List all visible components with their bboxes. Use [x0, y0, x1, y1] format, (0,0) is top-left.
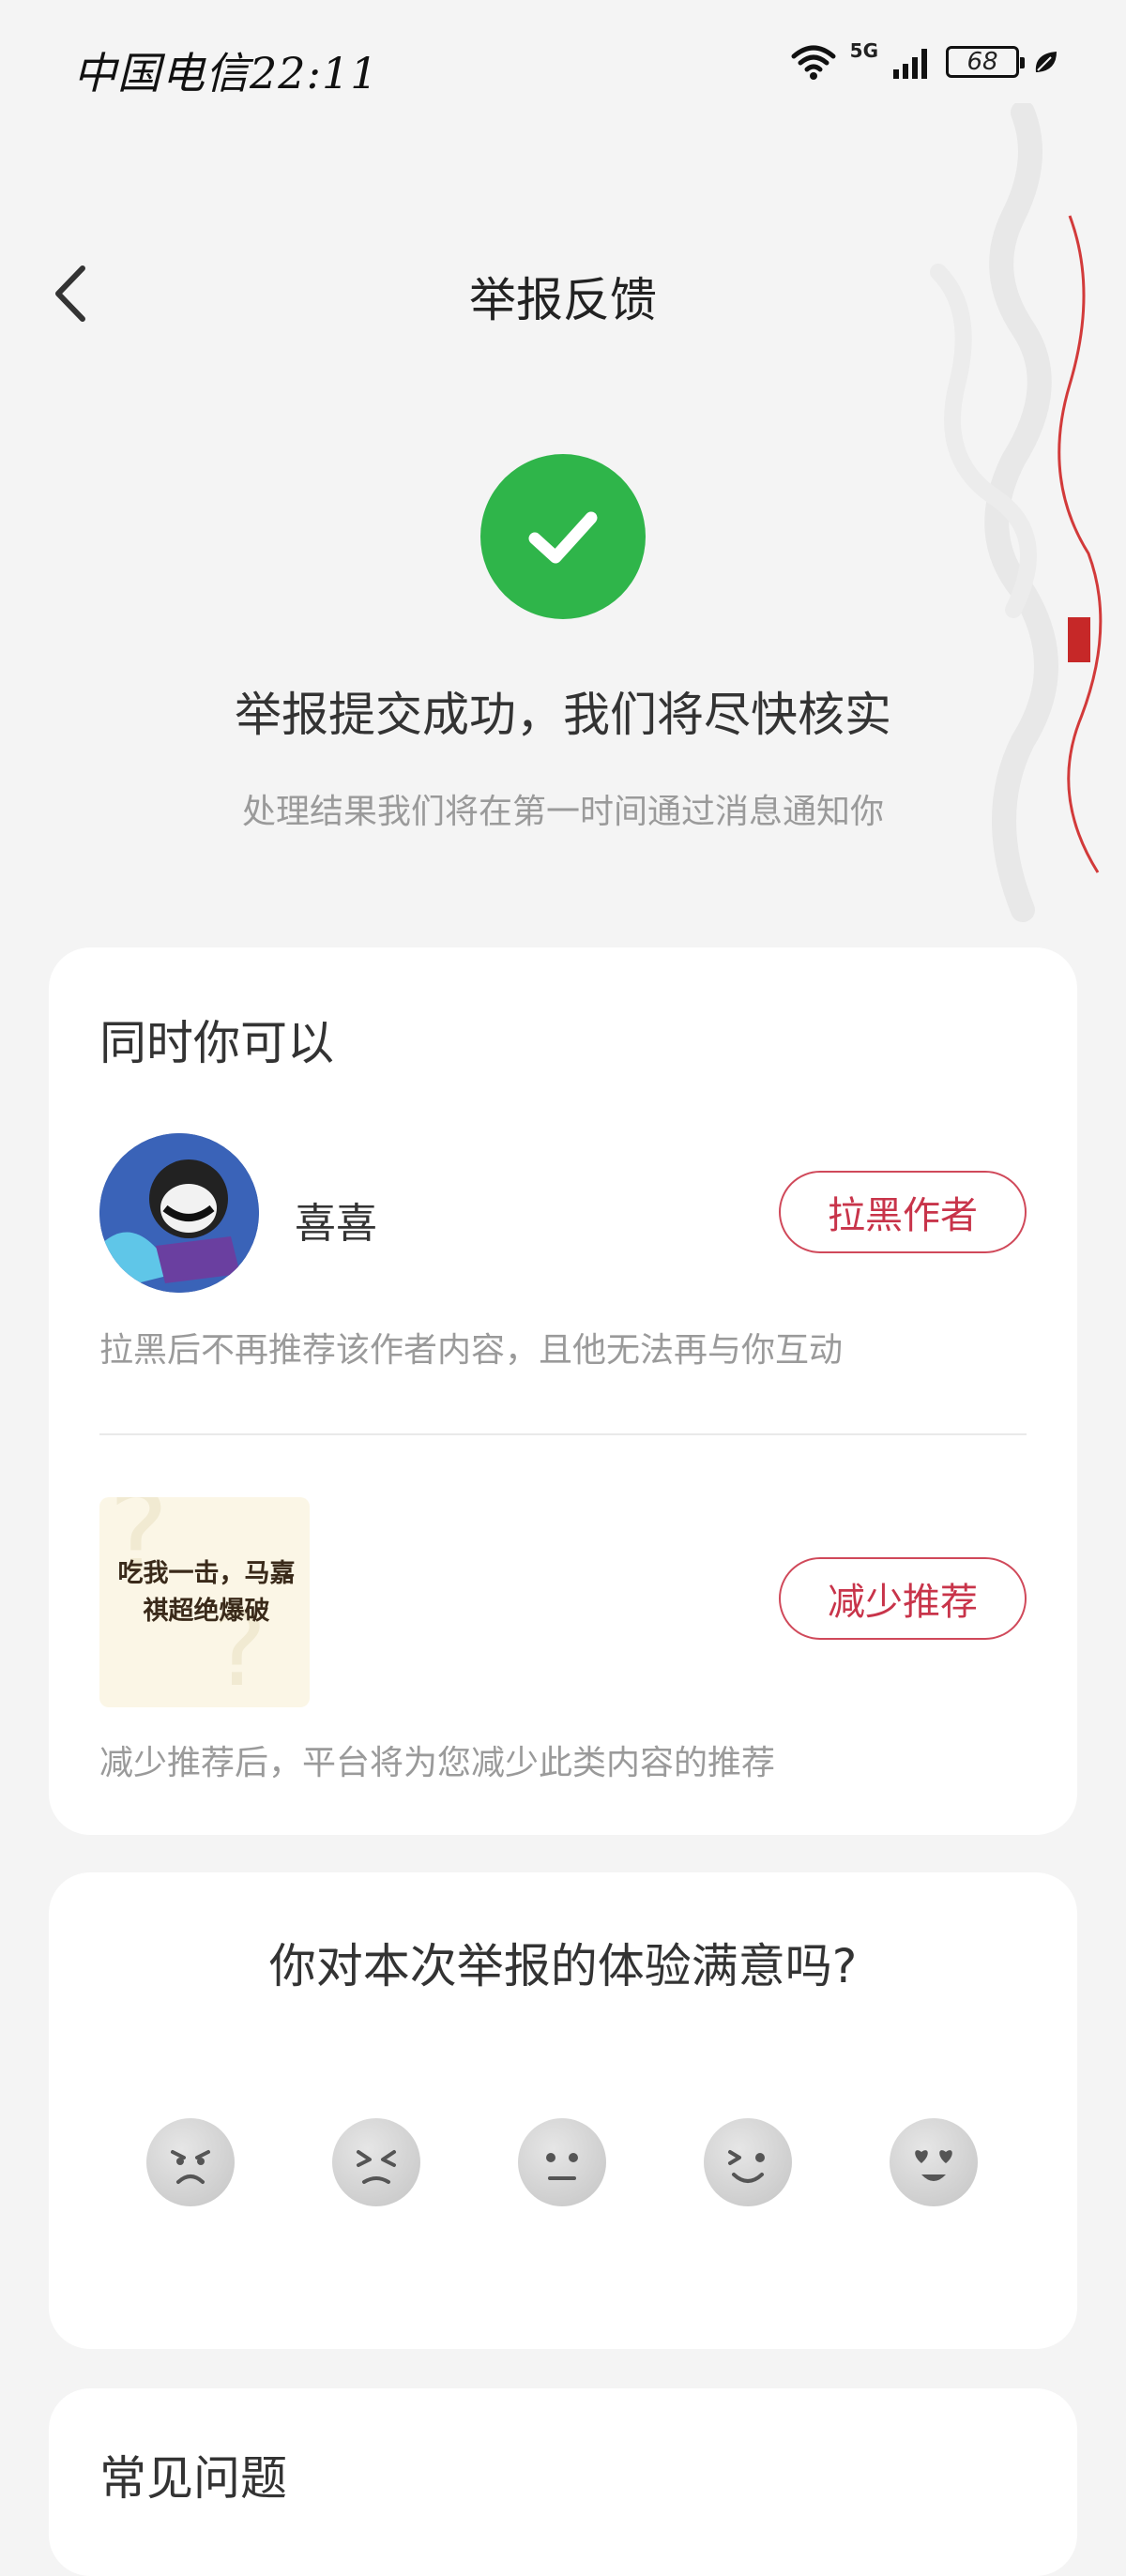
content-thumbnail[interactable]: ? ? 吃我一击，马嘉祺超绝爆破	[99, 1497, 310, 1707]
faq-title: 常见问题	[99, 2451, 287, 2506]
dissatisfied-face-icon[interactable]	[332, 2118, 420, 2206]
status-icons: 5G 68	[790, 39, 1060, 81]
signal-icon	[891, 45, 933, 79]
success-title: 举报提交成功，我们将尽快核实	[235, 688, 891, 742]
block-author-hint: 拉黑后不再推荐该作者内容，且他无法再与你互动	[99, 1331, 844, 1370]
reduce-recommendation-button[interactable]: 减少推荐	[779, 1557, 1027, 1640]
faq-card[interactable]: 常见问题	[49, 2388, 1077, 2576]
author-name[interactable]: 喜喜	[295, 1190, 377, 1250]
very-satisfied-face-icon[interactable]	[890, 2118, 978, 2206]
satisfaction-question: 你对本次举报的体验满意吗?	[268, 1939, 858, 1993]
satisfaction-card: 你对本次举报的体验满意吗?	[49, 1872, 1077, 2349]
rating-faces	[49, 2118, 1077, 2208]
content-thumbnail-text: 吃我一击，马嘉祺超绝爆破	[117, 1559, 296, 1626]
battery-level: 68	[966, 48, 998, 76]
very-dissatisfied-face-icon[interactable]	[146, 2118, 235, 2206]
battery-icon: 68	[946, 46, 1025, 78]
wifi-icon	[790, 43, 837, 81]
actions-card: 同时你可以 喜喜 拉黑作者 拉黑后不再推荐该作者内容，且他无法再与你互动 ? ?…	[49, 947, 1077, 1835]
satisfied-face-icon[interactable]	[704, 2118, 792, 2206]
carrier-time: 中国电信22:11	[73, 48, 379, 98]
block-author-button[interactable]: 拉黑作者	[779, 1171, 1027, 1253]
neutral-face-icon[interactable]	[518, 2118, 606, 2206]
success-check-icon	[480, 454, 646, 619]
page-title: 举报反馈	[469, 273, 657, 327]
success-subtitle: 处理结果我们将在第一时间通过消息通知你	[241, 793, 884, 831]
divider	[99, 1433, 1027, 1435]
leaf-icon	[1032, 48, 1060, 76]
author-avatar[interactable]	[99, 1133, 259, 1293]
actions-card-title: 同时你可以	[99, 1016, 334, 1070]
reduce-recommendation-hint: 减少推荐后，平台将为您减少此类内容的推荐	[99, 1744, 776, 1782]
network-type: 5G	[849, 39, 878, 62]
